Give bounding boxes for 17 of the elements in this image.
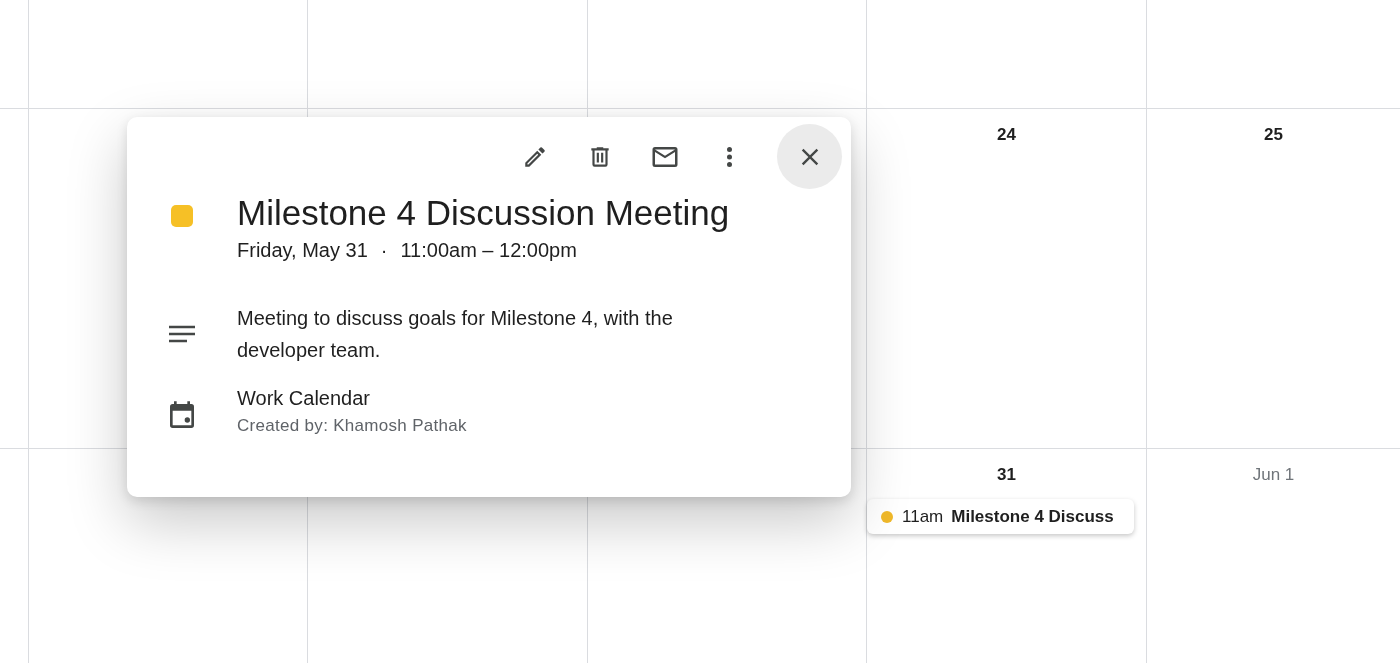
creator-text: Created by: Khamosh Pathak: [237, 416, 468, 436]
day-number[interactable]: 25: [1264, 125, 1283, 145]
event-time-text: Friday, May 31: [237, 239, 368, 262]
calendar-icon: [169, 400, 195, 428]
event-title: Milestone 4 Discussion Meeting: [237, 192, 730, 234]
day-number[interactable]: 24: [997, 125, 1016, 145]
event-description: Meeting to discuss goals for Milestone 4, with the developer team.: [237, 306, 674, 363]
event-time-text: 11:00am – 12:00pm: [400, 239, 577, 262]
event-title: Milestone 4 Discuss: [951, 506, 1114, 527]
event-time-text: ·: [380, 239, 388, 262]
day-number[interactable]: Jun 1: [1252, 465, 1295, 485]
event-chip[interactable]: 11am Milestone 4 Discuss: [867, 499, 1134, 534]
event-time: 11am: [902, 506, 944, 527]
day-number[interactable]: 31: [997, 465, 1016, 485]
description-icon: [169, 324, 195, 344]
calendar-name: Work Calendar: [237, 386, 372, 411]
more-options-icon: [727, 146, 732, 167]
